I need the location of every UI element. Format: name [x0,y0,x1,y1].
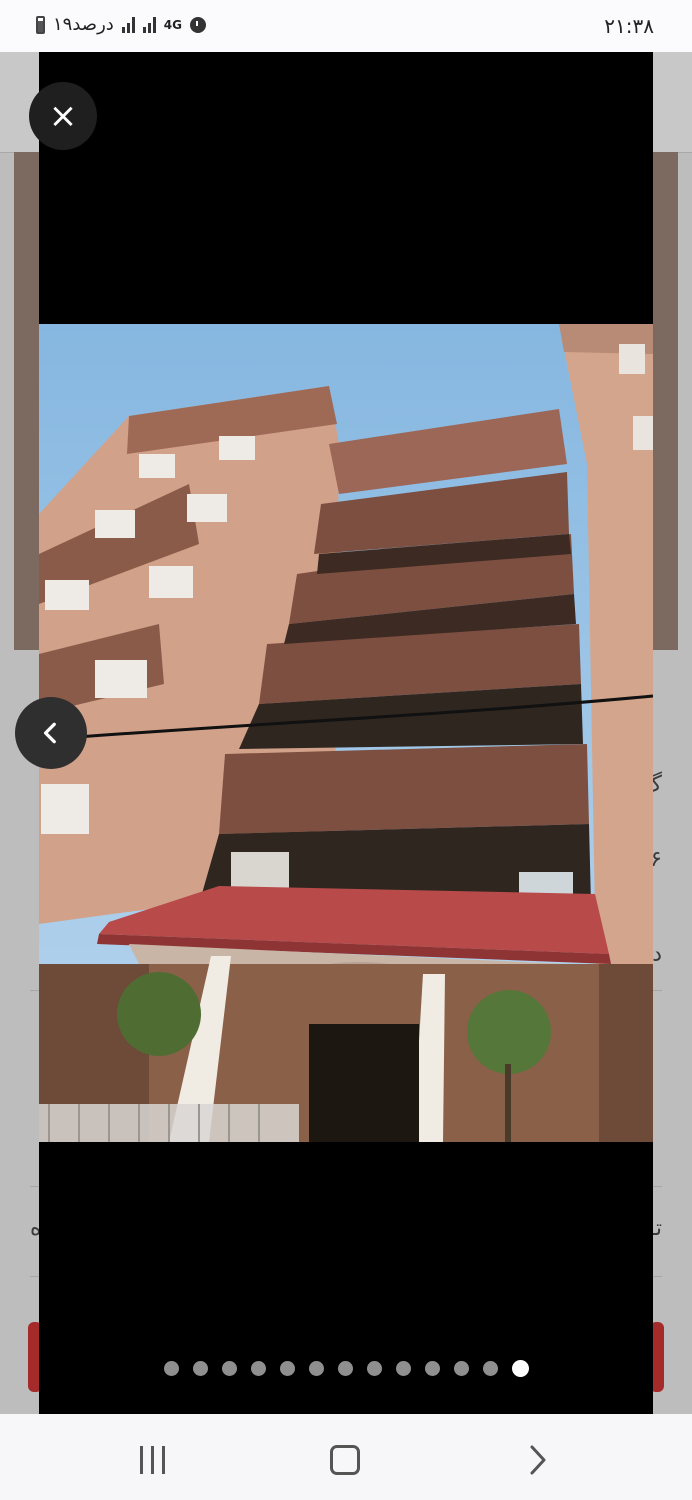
recent-apps-button[interactable] [132,1442,172,1478]
previous-image-button[interactable] [15,697,87,769]
pagination-dot[interactable] [424,1361,440,1376]
pagination-dot[interactable] [279,1361,295,1376]
pagination-dot[interactable] [250,1361,266,1376]
pagination-dot[interactable] [366,1361,382,1376]
building-photo-illustration [39,324,653,1142]
close-icon: × [48,96,78,136]
back-button[interactable] [518,1442,558,1478]
pagination-dots [0,1360,692,1377]
gallery-photo[interactable] [39,324,653,1142]
pagination-dot[interactable] [395,1361,411,1376]
recent-apps-icon [139,1446,165,1474]
pagination-dot[interactable] [192,1361,208,1376]
close-button[interactable]: × [29,82,97,150]
network-type: 4G [163,17,182,32]
home-button[interactable] [325,1442,365,1478]
status-time: ۲۱:۳۸ [604,14,654,38]
back-chevron-icon [530,1445,546,1475]
pagination-dot[interactable] [453,1361,469,1376]
background-image-edge-right [653,152,678,650]
signal-icon [121,16,135,33]
battery-icon [36,15,45,34]
pagination-dot[interactable] [163,1361,179,1376]
pagination-dot-active[interactable] [511,1360,529,1377]
alarm-icon [190,16,206,33]
pagination-dot[interactable] [221,1361,237,1376]
pagination-dot[interactable] [337,1361,353,1376]
background-image-edge-left [14,152,39,650]
status-bar: ۱۹درصد 4G ۲۱:۳۸ [0,0,692,52]
battery-percent: ۱۹درصد [53,14,114,35]
pagination-dot[interactable] [308,1361,324,1376]
signal-icon-2 [142,16,156,33]
pagination-dot[interactable] [482,1361,498,1376]
system-navigation-bar [0,1414,692,1500]
chevron-left-icon [43,722,56,744]
home-icon [330,1445,360,1475]
status-left-group: ۱۹درصد 4G [36,14,206,35]
background-text-3: د [652,942,662,967]
